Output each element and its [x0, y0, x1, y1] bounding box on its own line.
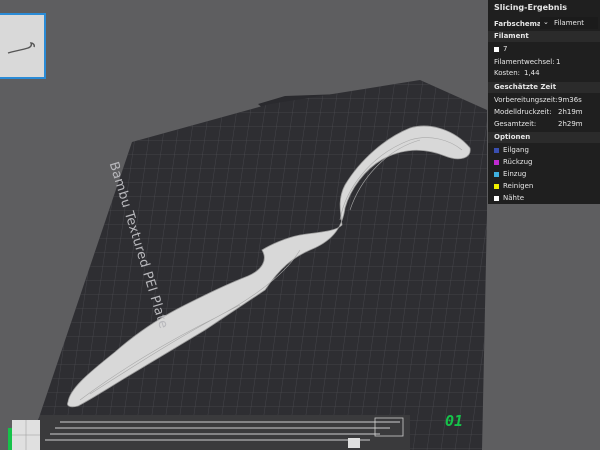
einzug-swatch	[494, 171, 499, 177]
option-rueckzug[interactable]: Rückzug	[494, 158, 532, 166]
prep-time-label: Vorbereitungszeit:	[494, 96, 558, 104]
option-reinigen[interactable]: Reinigen	[494, 182, 533, 190]
model-thumbnail-icon	[7, 42, 35, 54]
cost-label: Kosten:	[494, 69, 521, 77]
filament-changes-value: 1	[556, 58, 561, 66]
cost-value: 1,44	[524, 69, 540, 77]
model-time-row: Modelldruckzeit: 2h19m	[494, 108, 583, 116]
chevron-down-icon: ⌄	[543, 18, 549, 26]
reinigen-swatch	[494, 183, 499, 189]
prep-time-row: Vorbereitungszeit: 9m36s	[494, 96, 582, 104]
naehte-swatch	[494, 195, 499, 201]
color-scheme-select[interactable]: ⌄ Filament	[540, 17, 598, 29]
filament-row: 7	[494, 45, 507, 53]
filament-header: Filament	[488, 31, 600, 42]
prep-time-value: 9m36s	[558, 96, 582, 104]
model-time-value: 2h19m	[558, 108, 583, 116]
option-naehte[interactable]: Nähte	[494, 194, 524, 202]
option-einzug[interactable]: Einzug	[494, 170, 526, 178]
color-scheme-value: Filament	[554, 19, 585, 27]
total-time-label: Gesamtzeit:	[494, 120, 537, 128]
model-time-label: Modelldruckzeit:	[494, 108, 552, 116]
filament-changes-row: Filamentwechsel: 1	[494, 58, 560, 66]
rueckzug-swatch	[494, 159, 499, 165]
filament-color-swatch	[494, 46, 499, 52]
preview-bar	[8, 415, 410, 450]
option-eilgang[interactable]: Eilgang	[494, 146, 529, 154]
filament-number: 7	[503, 45, 508, 53]
total-time-value: 2h29m	[558, 120, 583, 128]
plate-thumbnail[interactable]	[0, 13, 46, 79]
options-header: Optionen	[488, 132, 600, 143]
cost-row: Kosten: 1,44	[494, 69, 540, 77]
filament-changes-label: Filamentwechsel:	[494, 58, 555, 66]
color-scheme-label: Farbschema	[494, 20, 542, 28]
layer-number: 01	[445, 412, 464, 430]
slicing-result-panel: Slicing-Ergebnis Farbschema ⌄ Filament F…	[488, 0, 600, 204]
panel-title: Slicing-Ergebnis	[494, 3, 567, 12]
total-time-row: Gesamtzeit: 2h29m	[494, 120, 583, 128]
time-header: Geschätzte Zeit	[488, 82, 600, 93]
eilgang-swatch	[494, 147, 499, 153]
